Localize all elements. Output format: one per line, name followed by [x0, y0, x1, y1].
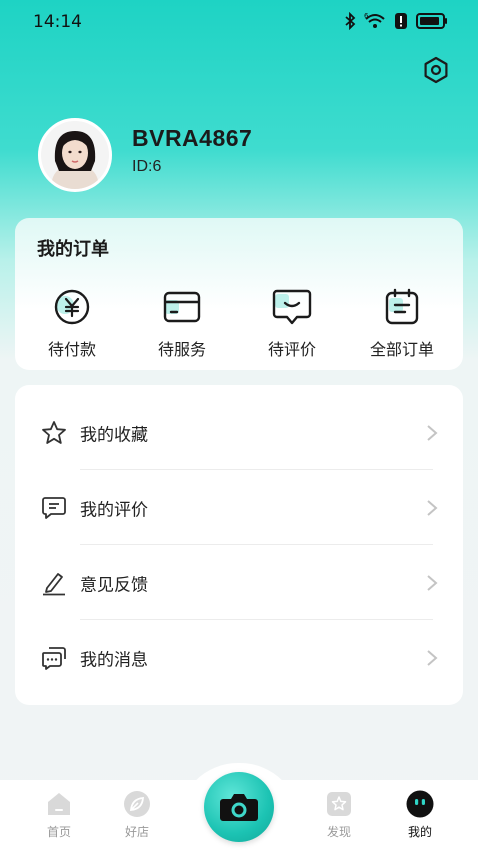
nav-label: 我的	[407, 825, 432, 839]
order-item-label: 全部订单	[369, 342, 434, 359]
svg-text:6: 6	[364, 12, 369, 20]
leaf-icon	[123, 790, 151, 818]
pencil-icon	[43, 572, 65, 595]
card-icon	[161, 288, 203, 326]
menu-item-label: 我的消息	[80, 650, 148, 669]
order-item-label: 待评价	[267, 342, 316, 359]
camera-button[interactable]	[204, 772, 274, 842]
chat-bubbles-icon	[42, 646, 66, 670]
username: BVRA4867	[132, 125, 253, 151]
nav-mine[interactable]: 我的	[390, 790, 450, 840]
menu-item-label: 我的收藏	[80, 425, 148, 444]
chevron-right-icon	[427, 574, 438, 591]
star-icon	[42, 420, 66, 444]
order-item-label: 待服务	[157, 342, 206, 359]
menu-item-label: 意见反馈	[80, 575, 148, 594]
camera-icon	[220, 794, 258, 821]
gear-icon	[424, 56, 448, 84]
wifi-icon: 6	[364, 12, 385, 28]
alert-icon	[395, 13, 407, 29]
comment-icon	[271, 288, 313, 326]
avatar-image	[41, 121, 109, 189]
user-id: ID:6	[132, 158, 162, 175]
nav-label: 首页	[46, 825, 71, 839]
menu-card: 我的收藏 我的评价 意见反馈 我的消息	[15, 385, 463, 705]
nav-label: 好店	[124, 825, 149, 839]
order-pending-review[interactable]: 待评价	[247, 288, 337, 360]
order-item-label: 待付款	[47, 342, 96, 359]
yen-circle-icon	[51, 288, 93, 326]
status-time: 14:14	[33, 12, 82, 32]
order-pending-service[interactable]: 待服务	[137, 288, 227, 360]
home-icon	[45, 790, 73, 818]
bluetooth-icon	[345, 12, 356, 30]
profile-icon	[406, 790, 434, 818]
orders-card: 我的订单 待付款 待服务 待评价 全部订单	[15, 218, 463, 370]
menu-item-favorites[interactable]: 我的收藏	[15, 395, 463, 470]
nav-home[interactable]: 首页	[29, 790, 89, 840]
menu-item-messages[interactable]: 我的消息	[15, 620, 463, 695]
status-bar: 14:14 6	[0, 0, 478, 44]
order-pending-payment[interactable]: 待付款	[27, 288, 117, 360]
order-all[interactable]: 全部订单	[357, 288, 447, 360]
battery-icon	[416, 13, 447, 29]
chevron-right-icon	[427, 499, 438, 516]
discover-icon	[325, 790, 353, 818]
comment-icon	[42, 496, 66, 519]
status-icons: 6	[344, 12, 448, 30]
settings-button[interactable]	[422, 56, 450, 84]
nav-discover[interactable]: 发现	[309, 790, 369, 840]
chevron-right-icon	[427, 424, 438, 441]
nav-shops[interactable]: 好店	[107, 790, 167, 840]
menu-item-feedback[interactable]: 意见反馈	[15, 545, 463, 620]
nav-label: 发现	[326, 825, 351, 839]
menu-item-label: 我的评价	[80, 500, 148, 519]
clipboard-icon	[381, 288, 423, 326]
avatar[interactable]	[38, 118, 112, 192]
chevron-right-icon	[427, 649, 438, 666]
orders-title: 我的订单	[37, 239, 109, 259]
menu-item-reviews[interactable]: 我的评价	[15, 470, 463, 545]
